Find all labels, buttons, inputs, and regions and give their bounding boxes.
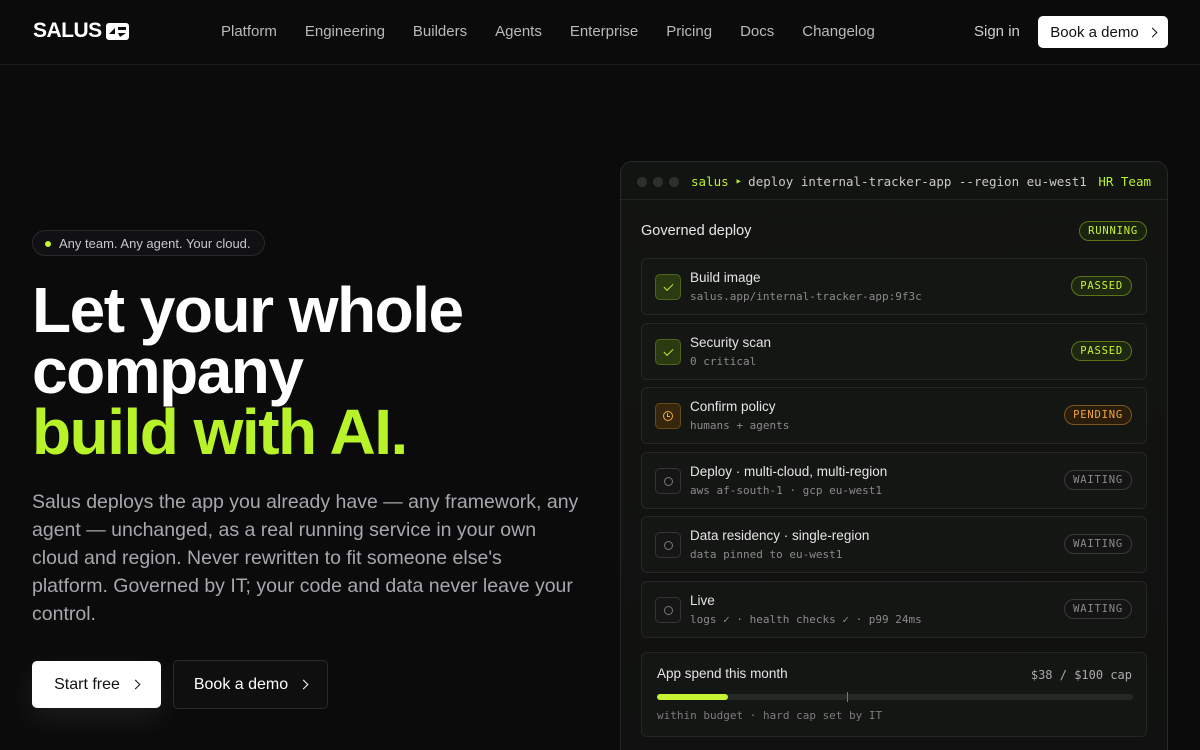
spend-amount: $38 / $100 cap	[1030, 668, 1132, 682]
chevron-right-icon	[298, 679, 309, 690]
window-dot-icon	[637, 177, 647, 187]
running-badge: RUNNING	[1079, 221, 1147, 241]
deploy-panel: salus ‣ deploy internal-tracker-app --regi…	[620, 161, 1168, 750]
terminal-command: salus ‣ deploy internal-tracker-app --regi…	[691, 174, 1087, 189]
hero-headline: Let your whole company build with AI.	[32, 278, 464, 464]
nav-link-enterprise[interactable]: Enterprise	[570, 23, 638, 40]
logo[interactable]: SALUS	[33, 19, 129, 42]
status-badge: WAITING	[1064, 599, 1132, 619]
nav-link-builders[interactable]: Builders	[413, 23, 467, 40]
nav-book-demo-label: Book a demo	[1050, 23, 1139, 41]
command-prefix: salus	[691, 174, 729, 189]
terminal-bar: salus ‣ deploy internal-tracker-app --regi…	[621, 162, 1167, 200]
spend-title: App spend this month	[657, 666, 788, 681]
status-badge: WAITING	[1064, 534, 1132, 554]
nav-link-agents[interactable]: Agents	[495, 23, 542, 40]
circle-icon	[655, 468, 681, 494]
spend-progress-bar	[657, 692, 1133, 702]
step-name: Build image	[690, 270, 761, 285]
start-free-label: Start free	[54, 675, 120, 693]
prompt-arrow-icon: ‣	[734, 174, 743, 189]
check-icon	[655, 339, 681, 365]
nav-link-changelog[interactable]: Changelog	[802, 23, 875, 40]
window-dot-icon	[653, 177, 663, 187]
chevron-right-icon	[130, 679, 141, 690]
tagline-text: Any team. Any agent. Your cloud.	[59, 235, 251, 251]
step-detail: 0 critical	[690, 355, 757, 368]
hero-book-demo-button[interactable]: Book a demo	[173, 660, 328, 709]
status-badge: PASSED	[1071, 341, 1132, 361]
team-label: HR Team	[1098, 174, 1151, 189]
spend-card: App spend this month $38 / $100 cap with…	[641, 652, 1147, 737]
step-name: Live	[690, 593, 715, 608]
step-detail: logs ✓ · health checks ✓ · p99 24ms	[690, 613, 922, 626]
spend-progress-fill	[657, 694, 729, 700]
step-detail: salus.app/internal-tracker-app:9f3c	[690, 290, 922, 303]
start-free-button[interactable]: Start free	[32, 661, 161, 708]
hero-book-demo-label: Book a demo	[193, 675, 289, 693]
status-badge: WAITING	[1064, 470, 1132, 490]
command-text: deploy internal-tracker-app --region eu-…	[748, 174, 1087, 189]
chevron-right-icon	[1147, 27, 1158, 37]
step-detail: data pinned to eu-west1	[690, 548, 843, 561]
step-data-residency[interactable]: Data residency · single-region data pinn…	[641, 516, 1147, 573]
nav-links: Platform Engineering Builders Agents Ent…	[221, 23, 875, 40]
nav-link-docs[interactable]: Docs	[740, 23, 774, 40]
status-badge: PASSED	[1071, 276, 1132, 296]
sign-in-link[interactable]: Sign in	[974, 23, 1020, 40]
panel-title: Governed deploy	[641, 223, 752, 239]
step-deploy[interactable]: Deploy · multi-cloud, multi-region aws a…	[641, 452, 1147, 509]
step-live[interactable]: Live logs ✓ · health checks ✓ · p99 24ms…	[641, 581, 1147, 638]
step-name: Security scan	[690, 335, 772, 350]
logo-text: SALUS	[33, 19, 102, 42]
hero-subtext: Salus deploys the app you already have —…	[32, 491, 579, 625]
clock-icon	[655, 403, 681, 429]
logo-mark-icon	[105, 22, 129, 40]
step-name: Confirm policy	[690, 399, 776, 414]
step-name: Data residency · single-region	[690, 528, 870, 543]
spend-note: within budget · hard cap set by IT	[657, 709, 883, 722]
status-dot-icon	[45, 241, 51, 247]
nav-link-platform[interactable]: Platform	[221, 23, 277, 40]
tagline-pill: Any team. Any agent. Your cloud.	[32, 230, 265, 256]
step-detail: aws af-south-1 · gcp eu-west1	[690, 484, 883, 497]
status-badge: PENDING	[1064, 405, 1132, 425]
step-confirm-policy[interactable]: Confirm policy humans + agents PENDING	[641, 387, 1147, 444]
window-dots	[637, 177, 679, 187]
check-icon	[655, 274, 681, 300]
top-nav: SALUS Platform Engineering Builders Agen…	[0, 0, 1200, 65]
circle-icon	[655, 532, 681, 558]
step-security-scan[interactable]: Security scan 0 critical PASSED	[641, 323, 1147, 380]
step-build-image[interactable]: Build image salus.app/internal-tracker-a…	[641, 258, 1147, 315]
step-name: Deploy · multi-cloud, multi-region	[690, 464, 888, 479]
nav-link-engineering[interactable]: Engineering	[305, 23, 385, 40]
headline-accent: build with AI.	[32, 396, 408, 468]
spend-progress-marker	[847, 692, 849, 702]
nav-link-pricing[interactable]: Pricing	[666, 23, 712, 40]
nav-book-demo-button[interactable]: Book a demo	[1038, 16, 1168, 48]
window-dot-icon	[669, 177, 679, 187]
circle-icon	[655, 597, 681, 623]
step-detail: humans + agents	[690, 419, 790, 432]
